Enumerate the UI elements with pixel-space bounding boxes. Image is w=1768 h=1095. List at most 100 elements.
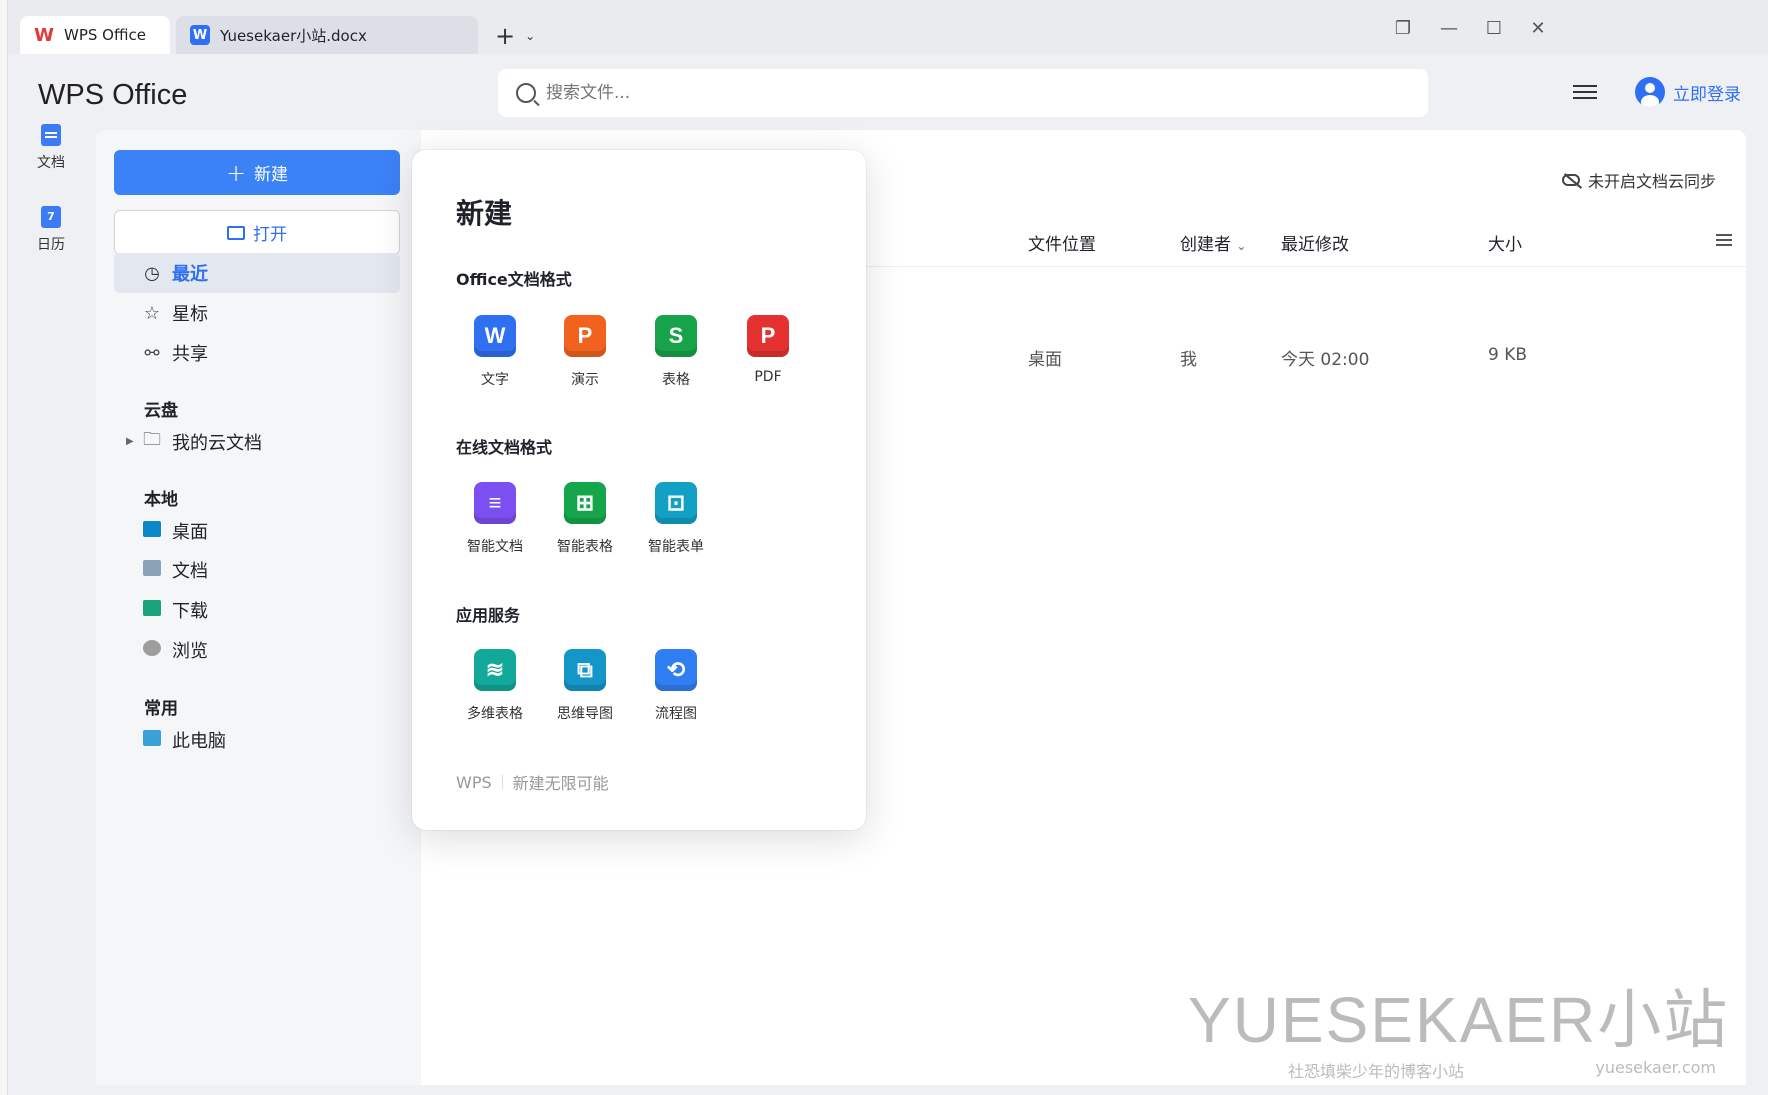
nav-label: 浏览	[172, 641, 208, 662]
desktop-folder-icon	[143, 520, 161, 537]
watermark-sub: 社恐填柴少年的博客小站	[1288, 1062, 1465, 1081]
sidebar-item-documents[interactable]: 文档	[114, 550, 400, 590]
download-folder-icon	[143, 599, 161, 616]
group-title-office: Office文档格式	[456, 270, 572, 289]
documents-folder-icon	[143, 559, 161, 576]
new-button[interactable]: + 新建	[114, 150, 400, 195]
cloud-off-icon	[1561, 174, 1580, 186]
avatar-icon	[1635, 77, 1665, 107]
cell-creator: 我	[1180, 350, 1197, 370]
column-label: 创建者	[1180, 235, 1231, 255]
new-label: 新建	[254, 165, 289, 185]
watermark: YUESEKAER小站 社恐填柴少年的博客小站 yuesekaer.com	[1188, 984, 1738, 1081]
brand-title: WPS Office	[38, 79, 188, 111]
share-icon: ⚯	[144, 342, 160, 364]
watermark-main: YUESEKAER小站	[1188, 984, 1730, 1056]
cell-size: 9 KB	[1488, 345, 1528, 365]
nav-label: 此电脑	[172, 731, 226, 752]
sidebar-item-desktop[interactable]: 桌面	[114, 511, 400, 551]
new-spreadsheet-button[interactable]: S 表格	[636, 315, 716, 389]
column-header-creator[interactable]: 创建者 ⌄	[1180, 230, 1246, 255]
tab-label: WPS Office	[64, 26, 146, 44]
maximize-button[interactable]: ☐	[1479, 18, 1509, 39]
sidebar-item-downloads[interactable]: 下载	[114, 590, 400, 630]
section-cloud: 云盘	[144, 401, 178, 421]
column-header-size[interactable]: 大小	[1488, 230, 1522, 255]
nav-label: 桌面	[172, 522, 208, 543]
column-settings-icon[interactable]	[1716, 234, 1732, 248]
folder-open-icon	[227, 225, 245, 240]
rail-item-documents[interactable]: 文档	[8, 124, 94, 172]
smart-form-icon: ⊡	[655, 482, 697, 524]
sidebar: + 新建 打开 ◷ 最近 ☆ 星标 ⚯ 共享 云盘 ▶ 🗀 我的云文档 本地 桌…	[96, 130, 421, 1085]
minimize-button[interactable]: —	[1434, 18, 1464, 39]
login-label: 立即登录	[1673, 84, 1741, 105]
tab-document[interactable]: W Yuesekaer小站.docx	[176, 16, 478, 54]
sidebar-item-starred[interactable]: ☆ 星标	[114, 293, 400, 333]
rail-label: 文档	[37, 155, 65, 171]
sidebar-item-my-cloud[interactable]: 🗀 我的云文档	[114, 422, 400, 462]
tab-wps-office[interactable]: W WPS Office	[20, 16, 170, 54]
app-label: 智能表单	[648, 539, 704, 555]
sync-label: 未开启文档云同步	[1587, 172, 1716, 191]
wps-logo-icon: W	[34, 24, 54, 46]
new-presentation-button[interactable]: P 演示	[545, 315, 625, 389]
rail-item-calendar[interactable]: 7 日历	[8, 206, 94, 254]
open-button[interactable]: 打开	[114, 210, 400, 255]
filter-settings-icon[interactable]	[1573, 81, 1597, 105]
nav-label: 文档	[172, 561, 208, 582]
sidebar-item-browse[interactable]: 浏览	[114, 630, 400, 670]
restore-tabs-icon[interactable]: ❐	[1388, 18, 1418, 39]
smart-doc-icon: ≡	[474, 482, 516, 524]
plus-icon: +	[225, 158, 247, 187]
chevron-down-icon: ⌄	[525, 29, 536, 43]
popup-title: 新建	[456, 197, 513, 230]
document-icon	[41, 124, 61, 146]
popup-footer: WPS 新建无限可能	[456, 770, 609, 794]
spreadsheet-icon: S	[655, 315, 697, 357]
background-window-edge	[0, 0, 8, 1095]
app-label: 演示	[571, 372, 599, 388]
section-common: 常用	[144, 699, 178, 719]
new-writer-button[interactable]: W 文字	[455, 315, 535, 389]
sidebar-item-shared[interactable]: ⚯ 共享	[114, 333, 400, 373]
pdf-icon: P	[747, 315, 789, 357]
new-tab-button[interactable]: + ⌄	[495, 22, 535, 50]
footer-slogan: 新建无限可能	[512, 774, 609, 793]
multi-table-icon: ≋	[474, 649, 516, 691]
new-document-popup: 新建 Office文档格式 W 文字 P 演示 S 表格 P PDF 在线文档格…	[412, 150, 866, 830]
new-multi-table-button[interactable]: ≋ 多维表格	[455, 649, 535, 723]
cloud-sync-status[interactable]: 未开启文档云同步	[1561, 168, 1716, 192]
cell-location: 桌面	[1028, 350, 1062, 370]
folder-icon: 🗀	[143, 429, 161, 450]
nav-label: 下载	[172, 601, 208, 622]
new-pdf-button[interactable]: P PDF	[728, 315, 808, 385]
app-label: 多维表格	[467, 706, 523, 722]
new-smart-sheet-button[interactable]: ⊞ 智能表格	[545, 482, 625, 556]
smart-sheet-icon: ⊞	[564, 482, 606, 524]
search-input[interactable]	[546, 83, 1346, 103]
app-label: 智能表格	[557, 539, 613, 555]
close-button[interactable]: ✕	[1523, 18, 1553, 39]
login-button[interactable]: 立即登录	[1635, 77, 1741, 107]
new-smart-doc-button[interactable]: ≡ 智能文档	[455, 482, 535, 556]
tab-label: Yuesekaer小站.docx	[220, 26, 367, 45]
app-label: 流程图	[655, 706, 697, 722]
column-header-location[interactable]: 文件位置	[1028, 230, 1096, 255]
search-box[interactable]	[498, 69, 1428, 117]
sidebar-item-this-pc[interactable]: 此电脑	[114, 720, 400, 760]
nav-label: 最近	[172, 264, 208, 285]
new-mindmap-button[interactable]: ⧉ 思维导图	[545, 649, 625, 723]
nav-label: 我的云文档	[172, 433, 262, 454]
sidebar-item-recent[interactable]: ◷ 最近	[114, 253, 400, 293]
app-label: PDF	[754, 369, 782, 385]
app-label: 文字	[481, 372, 509, 388]
cell-modified: 今天 02:00	[1281, 350, 1370, 370]
word-doc-icon: W	[190, 25, 210, 45]
column-header-modified[interactable]: 最近修改	[1281, 230, 1349, 255]
clock-icon: ◷	[144, 262, 160, 284]
watermark-url: yuesekaer.com	[1595, 1058, 1716, 1077]
mindmap-icon: ⧉	[564, 649, 606, 691]
new-smart-form-button[interactable]: ⊡ 智能表单	[636, 482, 716, 556]
new-flowchart-button[interactable]: ⟲ 流程图	[636, 649, 716, 723]
